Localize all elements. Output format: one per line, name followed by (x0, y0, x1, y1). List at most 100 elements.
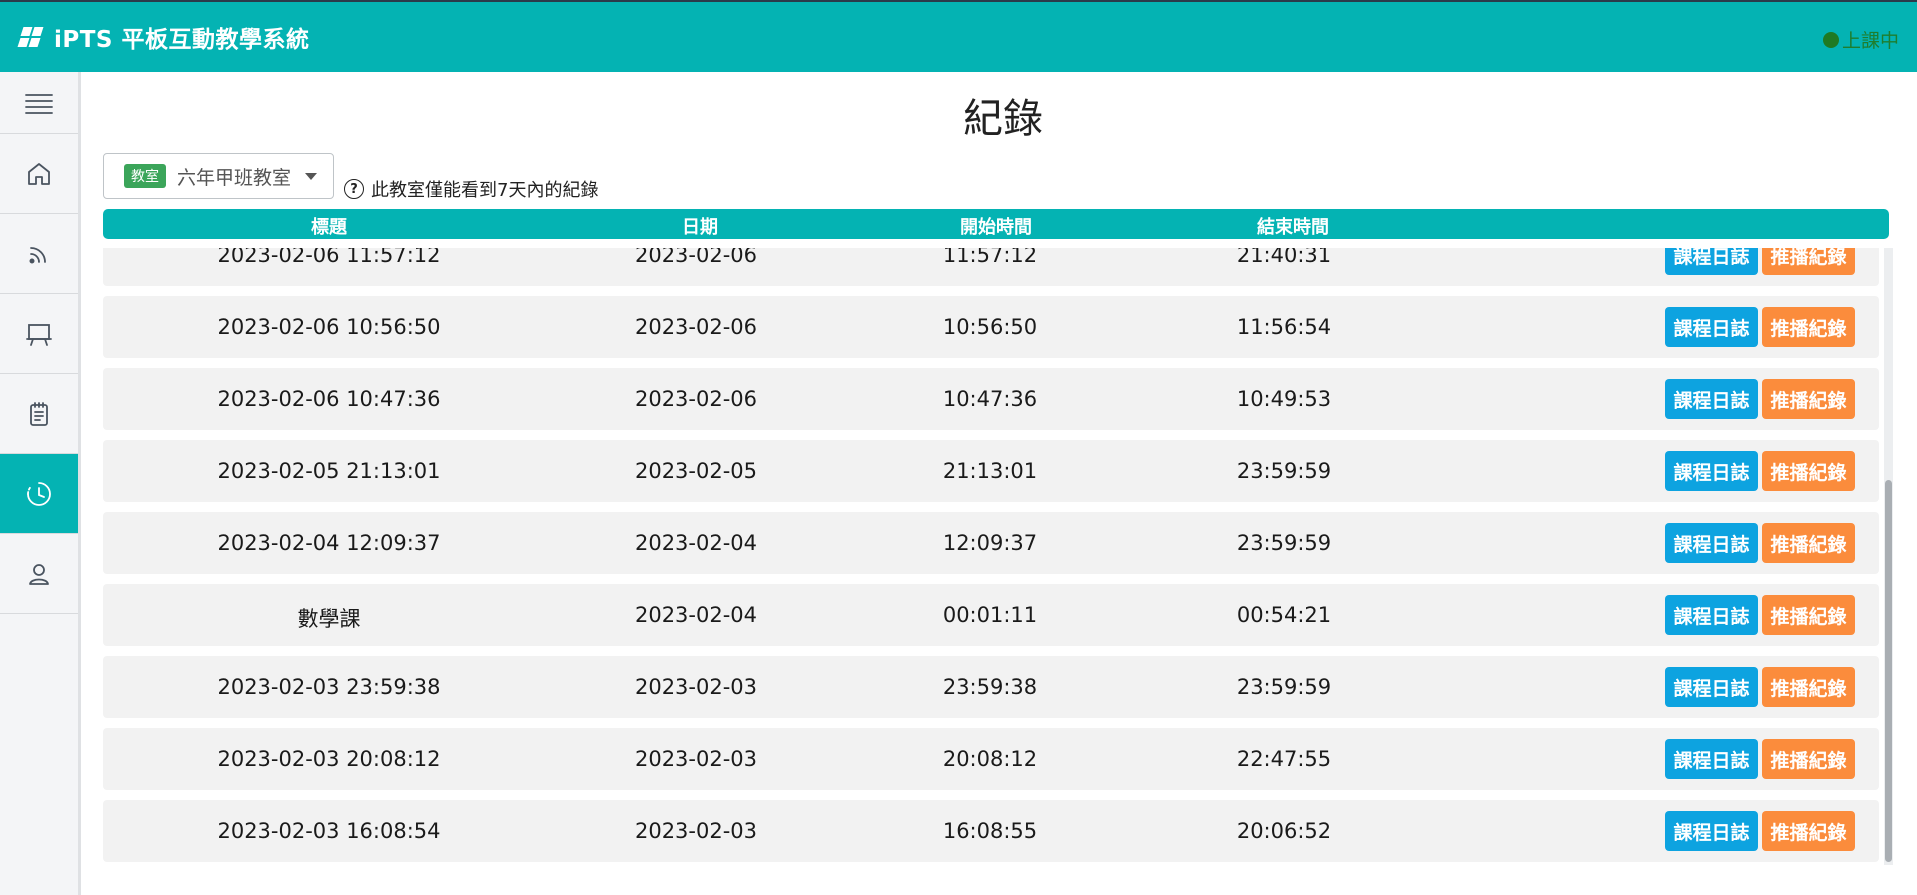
push-record-button[interactable]: 推播紀錄 (1762, 595, 1855, 635)
column-header-title: 標題 (311, 217, 347, 238)
sidebar-item-notes[interactable] (0, 374, 78, 454)
records-hint: ? 此教室僅能看到7天內的紀錄 (344, 176, 598, 202)
push-record-button[interactable]: 推播紀錄 (1762, 451, 1855, 491)
cell-start-time: 11:57:12 (942, 248, 1038, 267)
cell-title: 2023-02-03 23:59:38 (217, 675, 441, 699)
course-log-button[interactable]: 課程日誌 (1665, 307, 1758, 347)
course-log-button[interactable]: 課程日誌 (1665, 667, 1758, 707)
class-status: 上課中 (1822, 26, 1899, 53)
table-row: 2023-02-06 10:47:36 2023-02-06 10:47:36 10:… (103, 368, 1879, 430)
classroom-badge: 教室 (124, 164, 166, 188)
table-scrollbar-thumb[interactable] (1885, 480, 1892, 862)
cell-date: 2023-02-03 (634, 747, 758, 771)
notes-icon (30, 401, 48, 426)
cell-end-time: 21:40:31 (1236, 248, 1332, 267)
table-row: 2023-02-05 21:13:01 2023-02-05 21:13:01 23:… (103, 440, 1879, 502)
table-row: 2023-02-06 10:56:50 2023-02-06 10:56:50 11:… (103, 296, 1879, 358)
status-dot-icon (1822, 31, 1839, 48)
user-icon (29, 563, 49, 585)
cell-title: 2023-02-06 11:57:12 (217, 248, 441, 267)
cell-date: 2023-02-03 (634, 675, 758, 699)
menu-icon (25, 93, 53, 114)
push-record-button[interactable]: 推播紀錄 (1762, 379, 1855, 419)
cell-start-time: 20:08:12 (942, 747, 1038, 771)
table-header: 標題 日期 開始時間 結束時間 (103, 209, 1889, 239)
sidebar-item-records[interactable] (0, 454, 78, 534)
cell-end-time: 23:59:59 (1236, 531, 1332, 555)
sidebar-item-classroom[interactable] (0, 294, 78, 374)
cell-start-time: 12:09:37 (942, 531, 1038, 555)
cell-start-time: 23:59:38 (942, 675, 1038, 699)
push-record-button[interactable]: 推播紀錄 (1762, 248, 1855, 275)
course-log-button[interactable]: 課程日誌 (1665, 739, 1758, 779)
table-row: 2023-02-03 23:59:38 2023-02-03 23:59:38 23:… (103, 656, 1879, 718)
table-row: 數學課 2023-02-04 00:01:11 00:54:21 課程日誌 推播紀錄 (103, 584, 1879, 646)
home-icon (28, 162, 50, 185)
cell-end-time: 23:59:59 (1236, 459, 1332, 483)
push-record-button[interactable]: 推播紀錄 (1762, 667, 1855, 707)
cell-title: 2023-02-06 10:56:50 (217, 315, 441, 339)
cell-date: 2023-02-04 (634, 603, 758, 627)
cell-start-time: 10:56:50 (942, 315, 1038, 339)
push-record-button[interactable]: 推播紀錄 (1762, 739, 1855, 779)
table-row: 2023-02-03 20:08:12 2023-02-03 20:08:12 22:… (103, 728, 1879, 790)
records-hint-text: 此教室僅能看到7天內的紀錄 (371, 180, 599, 201)
course-log-button[interactable]: 課程日誌 (1665, 595, 1758, 635)
column-header-start: 開始時間 (960, 217, 1032, 238)
class-status-label: 上課中 (1841, 30, 1899, 52)
classroom-select[interactable]: 教室 六年甲班教室 (103, 153, 334, 199)
cell-date: 2023-02-05 (634, 459, 758, 483)
cell-date: 2023-02-03 (634, 819, 758, 843)
cell-date: 2023-02-06 (634, 315, 758, 339)
course-log-button[interactable]: 課程日誌 (1665, 523, 1758, 563)
push-record-button[interactable]: 推播紀錄 (1762, 811, 1855, 851)
page-title: 紀錄 (963, 96, 1043, 142)
course-log-button[interactable]: 課程日誌 (1665, 811, 1758, 851)
sidebar-menu-toggle[interactable] (0, 72, 78, 134)
course-log-button[interactable]: 課程日誌 (1665, 248, 1758, 275)
clock-history-icon (27, 481, 51, 506)
app-brand[interactable]: iPTS 平板互動教學系統 (17, 20, 310, 54)
records-table-body[interactable]: 2023-02-06 11:57:12 2023-02-06 11:57:12 21:… (103, 248, 1879, 865)
cell-title: 2023-02-06 10:47:36 (217, 387, 441, 411)
table-row: 2023-02-04 12:09:37 2023-02-04 12:09:37 23:… (103, 512, 1879, 574)
cell-end-time: 20:06:52 (1236, 819, 1332, 843)
sidebar-item-broadcast[interactable] (0, 214, 78, 294)
classroom-board-icon (26, 323, 52, 346)
table-row: 2023-02-06 11:57:12 2023-02-06 11:57:12 21:… (103, 248, 1879, 286)
sidebar-item-account[interactable] (0, 534, 78, 614)
cell-end-time: 22:47:55 (1236, 747, 1332, 771)
cell-start-time: 21:13:01 (942, 459, 1038, 483)
course-log-button[interactable]: 課程日誌 (1665, 379, 1758, 419)
cell-end-time: 23:59:59 (1236, 675, 1332, 699)
cell-title: 2023-02-03 20:08:12 (217, 747, 441, 771)
cell-title: 2023-02-04 12:09:37 (217, 531, 441, 555)
broadcast-icon (29, 246, 46, 263)
cell-end-time: 11:56:54 (1236, 315, 1332, 339)
cell-end-time: 00:54:21 (1236, 603, 1332, 627)
cell-date: 2023-02-04 (634, 531, 758, 555)
column-header-date: 日期 (682, 217, 718, 238)
app-logo-icon (17, 26, 44, 48)
cell-start-time: 16:08:55 (942, 819, 1038, 843)
top-bar: iPTS 平板互動教學系統 上課中 (0, 0, 1917, 72)
cell-start-time: 10:47:36 (942, 387, 1038, 411)
table-row: 2023-02-03 16:08:54 2023-02-03 16:08:55 20:… (103, 800, 1879, 862)
app-title: iPTS 平板互動教學系統 (54, 27, 310, 53)
course-log-button[interactable]: 課程日誌 (1665, 451, 1758, 491)
sidebar-item-home[interactable] (0, 134, 78, 214)
cell-date: 2023-02-06 (634, 387, 758, 411)
push-record-button[interactable]: 推播紀錄 (1762, 307, 1855, 347)
column-header-end: 結束時間 (1257, 217, 1329, 238)
help-icon: ? (344, 179, 364, 199)
cell-title: 數學課 (297, 607, 361, 631)
cell-date: 2023-02-06 (634, 248, 758, 267)
cell-end-time: 10:49:53 (1236, 387, 1332, 411)
push-record-button[interactable]: 推播紀錄 (1762, 523, 1855, 563)
cell-title: 2023-02-03 16:08:54 (217, 819, 441, 843)
classroom-name: 六年甲班教室 (177, 166, 292, 189)
cell-title: 2023-02-05 21:13:01 (217, 459, 441, 483)
chevron-down-icon (305, 173, 317, 180)
cell-start-time: 00:01:11 (942, 603, 1038, 627)
sidebar (0, 72, 81, 895)
